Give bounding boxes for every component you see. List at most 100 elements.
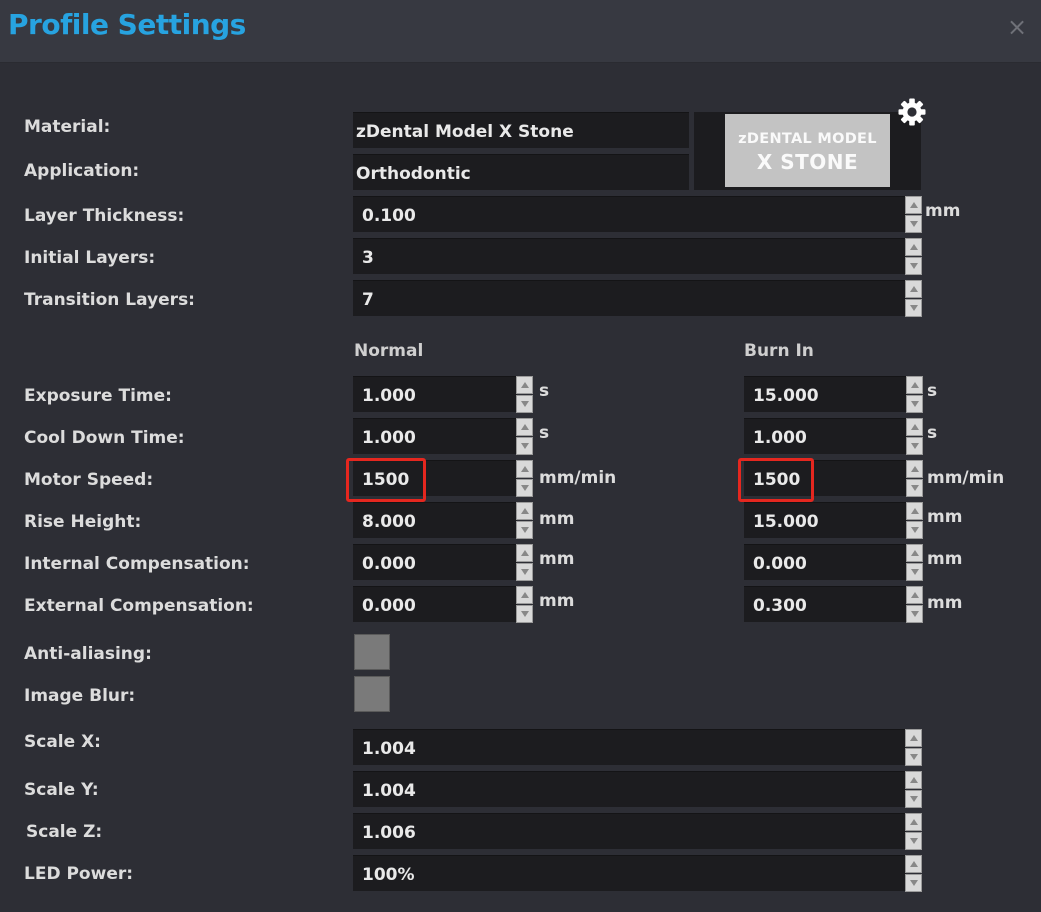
scale-y-input[interactable] <box>353 772 906 808</box>
scale-y-field[interactable] <box>353 771 906 808</box>
normal-external-compensation-input[interactable] <box>353 587 517 623</box>
decrement-button[interactable] <box>906 563 923 581</box>
normal-rise-height-field[interactable] <box>353 502 517 539</box>
normal-exposure-time-input[interactable] <box>353 377 517 413</box>
decrement-button[interactable] <box>905 215 922 233</box>
normal-rise-height-spinner[interactable] <box>516 502 533 540</box>
decrement-button[interactable] <box>905 790 922 808</box>
decrement-button[interactable] <box>516 521 533 539</box>
led-power-input[interactable] <box>353 856 906 892</box>
transition-layers-input[interactable] <box>353 281 906 317</box>
increment-button[interactable] <box>516 586 533 604</box>
increment-button[interactable] <box>906 460 923 478</box>
decrement-button[interactable] <box>516 479 533 497</box>
burn-in-rise-height-spinner[interactable] <box>906 502 923 540</box>
burn-in-exposure-time-spinner[interactable] <box>906 376 923 414</box>
decrement-button[interactable] <box>905 748 922 766</box>
anti-aliasing-checkbox[interactable] <box>354 634 390 670</box>
burn-in-exposure-time-field[interactable] <box>744 376 907 413</box>
increment-button[interactable] <box>906 586 923 604</box>
scale-x-field[interactable] <box>353 729 906 766</box>
close-icon[interactable]: × <box>1003 12 1031 42</box>
material-field[interactable] <box>353 112 689 149</box>
increment-button[interactable] <box>905 813 922 831</box>
gear-icon[interactable] <box>897 97 927 127</box>
increment-button[interactable] <box>516 418 533 436</box>
normal-internal-compensation-input[interactable] <box>353 545 517 581</box>
normal-cool-down-time-input[interactable] <box>353 419 517 455</box>
scale-x-spinner[interactable] <box>905 729 922 767</box>
scale-z-spinner[interactable] <box>905 813 922 851</box>
burn-in-internal-compensation-field[interactable] <box>744 544 907 581</box>
decrement-button[interactable] <box>906 437 923 455</box>
increment-button[interactable] <box>905 196 922 214</box>
increment-button[interactable] <box>906 544 923 562</box>
initial-layers-field[interactable] <box>353 238 906 275</box>
increment-button[interactable] <box>906 376 923 394</box>
increment-button[interactable] <box>906 502 923 520</box>
decrement-button[interactable] <box>516 605 533 623</box>
decrement-button[interactable] <box>906 395 923 413</box>
burn-in-external-compensation-input[interactable] <box>744 587 907 623</box>
increment-button[interactable] <box>905 771 922 789</box>
burn-in-motor-speed-input[interactable] <box>744 461 907 497</box>
increment-button[interactable] <box>905 729 922 747</box>
decrement-button[interactable] <box>905 832 922 850</box>
decrement-button[interactable] <box>905 299 922 317</box>
increment-button[interactable] <box>516 502 533 520</box>
normal-cool-down-time-field[interactable] <box>353 418 517 455</box>
increment-button[interactable] <box>905 855 922 873</box>
led-power-spinner[interactable] <box>905 855 922 893</box>
decrement-button[interactable] <box>906 479 923 497</box>
decrement-button[interactable] <box>906 521 923 539</box>
normal-cool-down-time-spinner[interactable] <box>516 418 533 456</box>
decrement-button[interactable] <box>516 563 533 581</box>
initial-layers-spinner[interactable] <box>905 238 922 276</box>
led-power-field[interactable] <box>353 855 906 892</box>
initial-layers-input[interactable] <box>353 239 906 275</box>
burn-in-cool-down-time-spinner[interactable] <box>906 418 923 456</box>
increment-button[interactable] <box>906 418 923 436</box>
scale-z-input[interactable] <box>353 814 906 850</box>
burn-in-cool-down-time-field[interactable] <box>744 418 907 455</box>
burn-in-rise-height-input[interactable] <box>744 503 907 539</box>
application-input[interactable] <box>353 155 689 191</box>
increment-button[interactable] <box>516 544 533 562</box>
burn-in-internal-compensation-input[interactable] <box>744 545 907 581</box>
burn-in-external-compensation-field[interactable] <box>744 586 907 623</box>
scale-x-input[interactable] <box>353 730 906 766</box>
normal-internal-compensation-spinner[interactable] <box>516 544 533 582</box>
scale-z-field[interactable] <box>353 813 906 850</box>
increment-button[interactable] <box>905 280 922 298</box>
decrement-button[interactable] <box>516 395 533 413</box>
increment-button[interactable] <box>516 460 533 478</box>
burn-in-exposure-time-input[interactable] <box>744 377 907 413</box>
layer-thickness-spinner[interactable] <box>905 196 922 234</box>
normal-motor-speed-spinner[interactable] <box>516 460 533 498</box>
decrement-button[interactable] <box>905 257 922 275</box>
burn-in-rise-height-field[interactable] <box>744 502 907 539</box>
normal-exposure-time-spinner[interactable] <box>516 376 533 414</box>
layer-thickness-field[interactable] <box>353 196 906 233</box>
application-field[interactable] <box>353 154 689 191</box>
normal-external-compensation-field[interactable] <box>353 586 517 623</box>
normal-motor-speed-field[interactable] <box>353 460 517 497</box>
decrement-button[interactable] <box>906 605 923 623</box>
normal-external-compensation-spinner[interactable] <box>516 586 533 624</box>
material-input[interactable] <box>353 113 689 149</box>
normal-motor-speed-input[interactable] <box>353 461 517 497</box>
burn-in-cool-down-time-input[interactable] <box>744 419 907 455</box>
transition-layers-field[interactable] <box>353 280 906 317</box>
normal-exposure-time-field[interactable] <box>353 376 517 413</box>
burn-in-motor-speed-field[interactable] <box>744 460 907 497</box>
transition-layers-spinner[interactable] <box>905 280 922 318</box>
increment-button[interactable] <box>516 376 533 394</box>
scale-y-spinner[interactable] <box>905 771 922 809</box>
burn-in-external-compensation-spinner[interactable] <box>906 586 923 624</box>
decrement-button[interactable] <box>905 874 922 892</box>
burn-in-internal-compensation-spinner[interactable] <box>906 544 923 582</box>
decrement-button[interactable] <box>516 437 533 455</box>
normal-rise-height-input[interactable] <box>353 503 517 539</box>
layer-thickness-input[interactable] <box>353 197 906 233</box>
image-blur-checkbox[interactable] <box>354 676 390 712</box>
